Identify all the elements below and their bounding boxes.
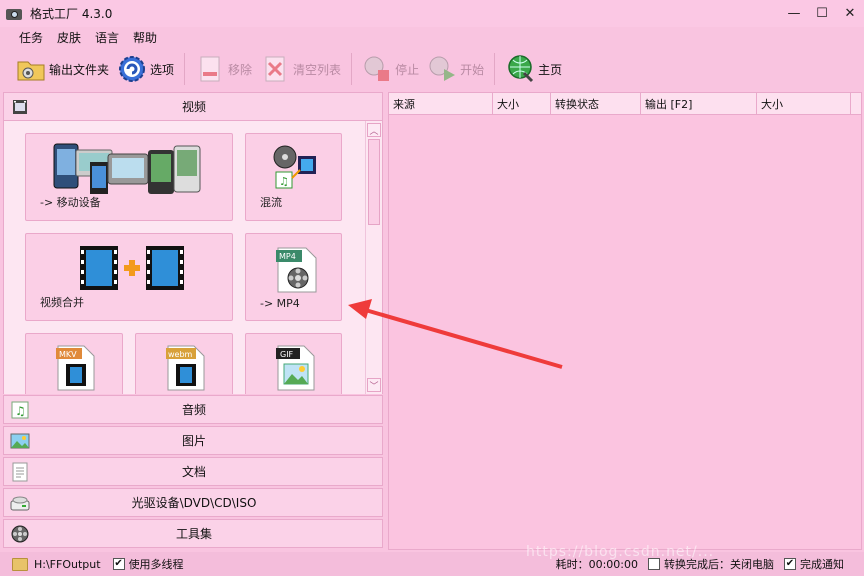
title-bar: 格式工厂 4.3.0 — ☐ ✕: [0, 0, 864, 27]
remove-icon: [195, 54, 225, 84]
mobile-devices-icon: [53, 143, 201, 194]
folder-icon: [16, 54, 46, 84]
mkv-file-icon: MKV: [56, 345, 95, 391]
scroll-thumb[interactable]: [368, 139, 380, 225]
category-picture-label: 图片: [181, 434, 206, 448]
category-document[interactable]: 文档: [3, 457, 383, 486]
toolbar-separator: [351, 53, 353, 85]
red-annotation-arrow: [348, 299, 563, 369]
remove-button[interactable]: 移除: [191, 52, 256, 86]
gear-icon: [117, 54, 147, 84]
window-controls: — ☐ ✕: [780, 0, 864, 27]
menu-task[interactable]: 任务: [12, 29, 50, 46]
start-label: 开始: [460, 62, 485, 77]
tile-gif[interactable]: GIF: [245, 333, 342, 394]
tile-mkv[interactable]: MKV: [25, 333, 123, 394]
watermark-text: https://blog.csdn.net/...: [526, 544, 715, 560]
clear-list-button[interactable]: 清空列表: [256, 52, 345, 86]
scroll-down-button[interactable]: ﹀: [367, 378, 381, 392]
mux-icon: ♫: [273, 145, 316, 189]
start-icon: [427, 54, 457, 84]
app-camera-icon: [6, 6, 22, 22]
maximize-button[interactable]: ☐: [808, 0, 836, 27]
category-video-label: 视频: [181, 100, 206, 114]
toolbar-separator: [494, 53, 496, 85]
gif-file-icon: GIF: [276, 345, 315, 391]
stop-icon: [362, 54, 392, 84]
tile-join-label: 视频合并: [40, 296, 84, 309]
category-rom-label: 光驱设备\DVD\CD\ISO: [131, 496, 257, 510]
task-list-header: 来源 大小 转换状态 输出 [F2] 大小: [389, 93, 861, 115]
multithread-checkbox[interactable]: ✔: [112, 558, 125, 570]
menu-help[interactable]: 帮助: [126, 29, 164, 46]
tile-webm[interactable]: webm: [135, 333, 233, 394]
options-button[interactable]: 选项: [113, 52, 178, 86]
notify-checkbox[interactable]: ✔: [784, 558, 796, 570]
webm-badge-text: webm: [168, 350, 193, 359]
menu-language[interactable]: 语言: [88, 29, 126, 46]
column-status[interactable]: 转换状态: [551, 93, 641, 115]
category-panel: 视频 -> 移动设备 ♫ 混流 视频合并 MP4 -> MP4 MKV webm…: [3, 92, 383, 550]
svg-text:♫: ♫: [279, 175, 289, 188]
tile-video-join[interactable]: 视频合并: [25, 233, 233, 321]
category-picture[interactable]: 图片: [3, 426, 383, 455]
remove-label: 移除: [228, 62, 253, 77]
gif-badge-text: GIF: [280, 350, 294, 359]
home-button[interactable]: 主页: [501, 52, 566, 86]
tile-mobile-device[interactable]: -> 移动设备: [25, 133, 233, 221]
home-label: 主页: [538, 62, 563, 77]
video-function-area: -> 移动设备 ♫ 混流 视频合并 MP4 -> MP4 MKV webm GI…: [3, 121, 383, 394]
category-audio[interactable]: ♫ 音频: [3, 395, 383, 424]
clear-list-label: 清空列表: [293, 62, 342, 77]
column-source[interactable]: 来源: [389, 93, 493, 115]
mkv-badge-text: MKV: [59, 350, 77, 359]
category-video[interactable]: 视频: [3, 92, 383, 121]
mp4-badge-text: MP4: [279, 252, 296, 261]
tile-mobile-label: -> 移动设备: [40, 196, 101, 209]
category-tools-label: 工具集: [175, 527, 212, 541]
tile-mp4-label: -> MP4: [260, 297, 300, 310]
category-rom-device[interactable]: 光驱设备\DVD\CD\ISO: [3, 488, 383, 517]
toolbar-separator: [184, 53, 186, 85]
stop-label: 停止: [395, 62, 420, 77]
output-path[interactable]: H:\FFOutput: [34, 558, 101, 571]
start-button[interactable]: 开始: [423, 52, 488, 86]
window-title: 格式工厂 4.3.0: [30, 7, 113, 21]
mp4-file-icon: MP4: [276, 247, 317, 293]
scroll-up-button[interactable]: ︿: [367, 123, 381, 137]
status-bar: H:\FFOutput ✔ 使用多线程 耗时：00:00:00 转换完成后：关闭…: [0, 552, 864, 576]
toolbar: 输出文件夹 选项 移除 清空列表 停止 开始 主页: [0, 48, 864, 90]
menu-bar: 任务 皮肤 语言 帮助: [0, 27, 864, 47]
minimize-button[interactable]: —: [780, 0, 808, 27]
close-button[interactable]: ✕: [836, 0, 864, 27]
tile-mux[interactable]: ♫ 混流: [245, 133, 342, 221]
tile-mp4[interactable]: MP4 -> MP4: [245, 233, 342, 321]
menu-skin[interactable]: 皮肤: [50, 29, 88, 46]
output-folder-label: 输出文件夹: [49, 62, 110, 77]
options-label: 选项: [150, 62, 175, 77]
category-document-label: 文档: [181, 465, 206, 479]
notify-label: 完成通知: [800, 558, 844, 571]
column-size[interactable]: 大小: [493, 93, 551, 115]
category-audio-label: 音频: [181, 403, 206, 417]
multithread-label: 使用多线程: [128, 558, 184, 571]
tile-mux-label: 混流: [260, 196, 282, 209]
column-output[interactable]: 输出 [F2]: [641, 93, 757, 115]
clear-icon: [260, 54, 290, 84]
video-join-icon: [80, 246, 184, 290]
output-folder-button[interactable]: 输出文件夹: [12, 52, 113, 86]
home-globe-icon: [505, 54, 535, 84]
category-tools[interactable]: 工具集: [3, 519, 383, 548]
stop-button[interactable]: 停止: [358, 52, 423, 86]
column-output-size[interactable]: 大小: [757, 93, 851, 115]
webm-file-icon: webm: [166, 345, 205, 391]
output-folder-icon[interactable]: [12, 557, 28, 571]
